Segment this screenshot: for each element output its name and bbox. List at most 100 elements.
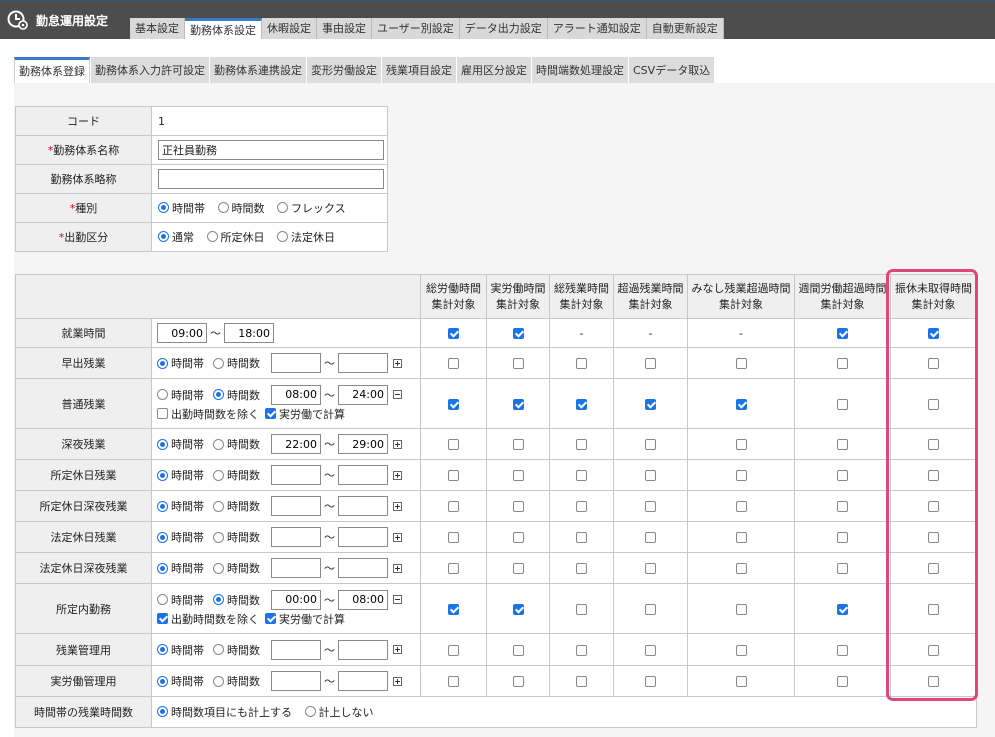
checkbox[interactable] bbox=[576, 644, 587, 656]
checkbox[interactable] bbox=[576, 501, 587, 512]
overtime-count-radio-exclude[interactable]: 計上しない bbox=[304, 704, 374, 720]
time-end-input[interactable] bbox=[338, 353, 388, 373]
checkbox[interactable] bbox=[645, 563, 656, 574]
radio-count[interactable]: 時間数 bbox=[213, 498, 260, 514]
checkbox[interactable] bbox=[837, 328, 848, 339]
radio-band[interactable]: 時間帯 bbox=[157, 498, 204, 514]
checkbox[interactable] bbox=[735, 676, 747, 687]
checkbox[interactable] bbox=[448, 644, 459, 656]
checkbox[interactable] bbox=[645, 358, 656, 369]
time-start-input[interactable] bbox=[271, 558, 321, 578]
exclude-attendance-checkbox[interactable]: 出勤時間数を除く bbox=[157, 611, 259, 627]
top-tab-work-system[interactable]: 勤務体系設定 bbox=[185, 18, 262, 40]
checkbox[interactable] bbox=[512, 470, 524, 481]
checkbox[interactable] bbox=[837, 532, 848, 543]
sub-tab-rounding[interactable]: 時間端数処理設定 bbox=[532, 57, 628, 83]
time-end-input[interactable] bbox=[338, 465, 388, 485]
checkbox[interactable] bbox=[735, 603, 747, 615]
checkbox[interactable] bbox=[448, 358, 459, 369]
radio-band[interactable]: 時間帯 bbox=[157, 560, 204, 576]
checkbox[interactable] bbox=[837, 398, 848, 410]
checkbox[interactable] bbox=[576, 398, 587, 410]
checkbox[interactable] bbox=[448, 563, 459, 574]
checkbox[interactable] bbox=[512, 603, 524, 615]
checkbox[interactable] bbox=[645, 676, 656, 687]
top-tab-alert[interactable]: アラート通知設定 bbox=[547, 18, 647, 40]
radio-band[interactable]: 時間帯 bbox=[157, 436, 204, 452]
checkbox[interactable] bbox=[837, 470, 848, 481]
checkbox[interactable] bbox=[928, 398, 939, 410]
time-start-input[interactable] bbox=[271, 496, 321, 516]
top-tab-basic[interactable]: 基本設定 bbox=[130, 18, 185, 40]
checkbox[interactable] bbox=[928, 532, 939, 543]
checkbox[interactable] bbox=[448, 603, 459, 615]
checkbox[interactable] bbox=[576, 676, 587, 687]
name-input[interactable] bbox=[158, 140, 384, 160]
sub-tab-registration[interactable]: 勤務体系登録 bbox=[14, 57, 90, 83]
time-end-input[interactable] bbox=[338, 589, 388, 610]
short-name-input[interactable] bbox=[158, 169, 384, 189]
time-start-input[interactable] bbox=[271, 671, 321, 691]
checkbox[interactable] bbox=[512, 501, 524, 512]
checkbox[interactable] bbox=[448, 328, 459, 339]
checkbox[interactable] bbox=[735, 501, 747, 512]
checkbox[interactable] bbox=[448, 439, 459, 450]
checkbox[interactable] bbox=[735, 644, 747, 656]
checkbox[interactable] bbox=[512, 439, 524, 450]
checkbox[interactable] bbox=[448, 501, 459, 512]
checkbox[interactable] bbox=[837, 644, 848, 656]
sub-tab-input-permission[interactable]: 勤務体系入力許可設定 bbox=[91, 57, 209, 83]
checkbox[interactable] bbox=[512, 532, 524, 543]
checkbox[interactable] bbox=[735, 398, 747, 410]
time-start-input[interactable] bbox=[271, 589, 321, 610]
radio-band[interactable]: 時間帯 bbox=[157, 673, 204, 689]
checkbox[interactable] bbox=[837, 563, 848, 574]
type-radio-flex[interactable]: フレックス bbox=[277, 200, 346, 216]
exclude-attendance-checkbox[interactable]: 出勤時間数を除く bbox=[157, 406, 259, 422]
checkbox[interactable] bbox=[928, 563, 939, 574]
checkbox[interactable] bbox=[735, 563, 747, 574]
checkbox[interactable] bbox=[512, 676, 524, 687]
checkbox[interactable] bbox=[576, 563, 587, 574]
checkbox[interactable] bbox=[645, 501, 656, 512]
time-end-input[interactable] bbox=[338, 434, 388, 454]
checkbox[interactable] bbox=[645, 532, 656, 543]
checkbox[interactable] bbox=[837, 676, 848, 687]
time-start-input[interactable] bbox=[271, 353, 321, 373]
checkbox[interactable] bbox=[448, 532, 459, 543]
attendance-radio-scheduled-holiday[interactable]: 所定休日 bbox=[206, 229, 265, 245]
overtime-count-radio-include[interactable]: 時間数項目にも計上する bbox=[157, 704, 292, 720]
radio-band[interactable]: 時間帯 bbox=[157, 467, 204, 483]
checkbox[interactable] bbox=[837, 603, 848, 615]
time-end-input[interactable] bbox=[338, 671, 388, 691]
radio-band[interactable]: 時間帯 bbox=[157, 529, 204, 545]
checkbox[interactable] bbox=[645, 470, 656, 481]
checkbox[interactable] bbox=[448, 676, 459, 687]
checkbox[interactable] bbox=[448, 470, 459, 481]
checkbox[interactable] bbox=[837, 358, 848, 369]
checkbox[interactable] bbox=[928, 501, 939, 512]
checkbox[interactable] bbox=[576, 358, 587, 369]
checkbox[interactable] bbox=[645, 603, 656, 615]
radio-count[interactable]: 時間数 bbox=[213, 642, 260, 658]
radio-band[interactable]: 時間帯 bbox=[157, 387, 204, 403]
checkbox[interactable] bbox=[448, 398, 459, 410]
collapse-icon[interactable] bbox=[393, 595, 402, 604]
checkbox[interactable] bbox=[512, 328, 524, 339]
checkbox[interactable] bbox=[735, 439, 747, 450]
type-radio-band[interactable]: 時間帯 bbox=[158, 200, 205, 216]
work-hours-start[interactable] bbox=[157, 323, 207, 343]
checkbox[interactable] bbox=[735, 470, 747, 481]
radio-count[interactable]: 時間数 bbox=[213, 467, 260, 483]
radio-band[interactable]: 時間帯 bbox=[157, 642, 204, 658]
radio-band[interactable]: 時間帯 bbox=[157, 592, 204, 608]
expand-icon[interactable] bbox=[393, 501, 402, 511]
checkbox[interactable] bbox=[928, 439, 939, 450]
sub-tab-link[interactable]: 勤務体系連携設定 bbox=[210, 57, 306, 83]
radio-count[interactable]: 時間数 bbox=[213, 387, 260, 403]
calc-actual-checkbox[interactable]: 実労働で計算 bbox=[265, 611, 345, 627]
checkbox[interactable] bbox=[928, 644, 939, 656]
expand-icon[interactable] bbox=[393, 676, 402, 686]
checkbox[interactable] bbox=[576, 603, 587, 615]
checkbox[interactable] bbox=[735, 532, 747, 543]
